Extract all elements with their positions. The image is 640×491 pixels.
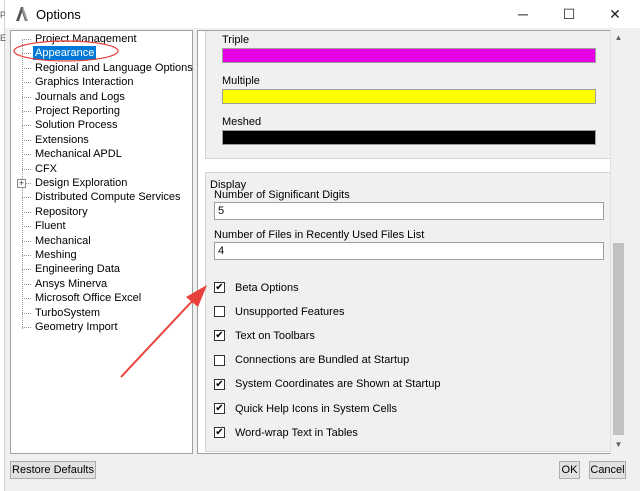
checkbox-row[interactable]: ✔ System Coordinates are Shown at Startup xyxy=(214,378,440,391)
window-title: Options xyxy=(36,7,81,22)
checkbox-checked-icon[interactable]: ✔ xyxy=(214,427,225,439)
tree-connector xyxy=(22,255,31,256)
checkbox-label: Unsupported Features xyxy=(235,305,345,318)
tree-connector xyxy=(22,312,31,314)
tree-connector xyxy=(22,240,31,242)
tree-item[interactable]: Graphics Interaction xyxy=(33,75,135,89)
tree-item[interactable]: CFX xyxy=(33,162,59,176)
tree-connector xyxy=(22,96,31,98)
scroll-up-arrow-icon[interactable]: ▲ xyxy=(611,30,626,46)
tree-item[interactable]: Distributed Compute Services xyxy=(33,190,183,204)
tree-item[interactable]: Repository xyxy=(33,205,90,219)
options-settings-panel: Triple Multiple Meshed Display Number of S… xyxy=(197,30,626,454)
tree-item[interactable]: Engineering Data xyxy=(33,262,122,276)
tree-connector xyxy=(22,298,31,300)
options-dialog: P E Options ─ ☐ ✕ Project Management Appe… xyxy=(0,0,640,491)
tree-connector xyxy=(22,82,31,84)
checkbox-row[interactable]: ✔ Quick Help Icons in System Cells xyxy=(214,402,397,415)
tree-item[interactable]: Appearance xyxy=(33,46,97,61)
color-swatch[interactable] xyxy=(222,130,596,145)
tree-item[interactable]: Mechanical APDL xyxy=(33,147,124,161)
recent-files-label: Number of Files in Recently Used Files L… xyxy=(214,229,425,241)
tree-connector xyxy=(22,39,31,40)
checkbox-label: Text on Toolbars xyxy=(235,329,315,342)
tree-connector xyxy=(22,211,31,213)
tree-item[interactable]: Project Management xyxy=(33,32,139,46)
checkbox-checked-icon[interactable]: ✔ xyxy=(214,330,225,342)
color-settings-group: Triple Multiple Meshed xyxy=(205,31,611,159)
checkbox-checked-icon[interactable]: ✔ xyxy=(214,282,225,293)
tree-item[interactable]: Regional and Language Options xyxy=(33,61,195,75)
tree-connector xyxy=(22,53,31,55)
settings-scrollbar[interactable]: ▲ ▼ xyxy=(610,30,626,454)
color-swatch[interactable] xyxy=(222,48,596,63)
checkbox-label: Beta Options xyxy=(235,281,299,294)
checkbox-row[interactable]: Unsupported Features xyxy=(214,305,344,318)
checkbox-unchecked-icon[interactable] xyxy=(214,306,225,318)
tree-connector xyxy=(22,67,31,69)
checkbox-row[interactable]: ✔ Beta Options xyxy=(214,281,299,294)
maximize-button[interactable]: ☐ xyxy=(546,0,592,28)
checkbox-row[interactable]: Connections are Bundled at Startup xyxy=(214,354,409,367)
expand-plus-icon[interactable]: + xyxy=(17,178,26,188)
checkbox-label: Quick Help Icons in System Cells xyxy=(235,402,397,415)
tree-item[interactable]: Fluent xyxy=(33,219,68,233)
color-label: Meshed xyxy=(222,116,262,128)
checkbox-label: Word-wrap Text in Tables xyxy=(235,426,358,439)
tree-item[interactable]: Journals and Logs xyxy=(33,90,127,104)
significant-digits-input[interactable]: 5 xyxy=(214,202,604,220)
checkbox-unchecked-icon[interactable] xyxy=(214,354,225,366)
ok-button[interactable]: OK xyxy=(559,461,580,479)
minimize-button[interactable]: ─ xyxy=(500,0,546,28)
display-settings-group: Display Number of Significant Digits 5 N… xyxy=(205,172,611,452)
ansys-app-icon xyxy=(14,6,30,22)
tree-connector xyxy=(22,139,31,141)
tree-item[interactable]: Design Exploration xyxy=(33,176,129,190)
restore-defaults-button[interactable]: Restore Defaults xyxy=(10,461,96,479)
checkbox-checked-icon[interactable]: ✔ xyxy=(214,403,225,414)
recent-files-input[interactable]: 4 xyxy=(214,242,604,260)
significant-digits-label: Number of Significant Digits xyxy=(214,189,350,201)
scroll-down-arrow-icon[interactable]: ▼ xyxy=(611,437,626,453)
tree-connector xyxy=(22,154,31,156)
tree-connector xyxy=(22,269,31,271)
edge-char: E xyxy=(0,33,7,43)
tree-item[interactable]: Solution Process xyxy=(33,118,120,132)
tree-connector xyxy=(22,226,31,228)
close-button[interactable]: ✕ xyxy=(592,0,638,28)
tree-connector xyxy=(22,283,31,285)
checkbox-label: Connections are Bundled at Startup xyxy=(235,354,410,367)
checkbox-row[interactable]: ✔ Word-wrap Text in Tables xyxy=(214,426,358,439)
color-label: Multiple xyxy=(222,75,260,87)
title-bar[interactable]: Options ─ ☐ ✕ xyxy=(5,0,640,28)
tree-connector xyxy=(22,327,31,328)
tree-item[interactable]: Extensions xyxy=(33,133,91,147)
cancel-button[interactable]: Cancel xyxy=(589,461,626,479)
tree-connector xyxy=(22,168,31,170)
tree-item[interactable]: Mechanical xyxy=(33,234,93,248)
tree-item[interactable]: Geometry Import xyxy=(33,320,120,334)
checkbox-checked-icon[interactable]: ✔ xyxy=(214,378,225,390)
tree-connector xyxy=(22,197,31,199)
checkbox-row[interactable]: ✔ Text on Toolbars xyxy=(214,329,315,342)
scrollbar-thumb[interactable] xyxy=(613,243,624,435)
maximize-icon: ☐ xyxy=(562,5,576,22)
tree-item[interactable]: Ansys Minerva xyxy=(33,277,109,291)
checkbox-label: System Coordinates are Shown at Startup xyxy=(235,378,441,391)
close-icon: ✕ xyxy=(609,5,621,22)
color-swatch[interactable] xyxy=(222,89,596,104)
color-label: Triple xyxy=(222,34,250,46)
options-category-tree[interactable]: Project Management Appearance Regional and… xyxy=(10,30,193,454)
tree-connector xyxy=(22,125,31,127)
tree-item[interactable]: Microsoft Office Excel xyxy=(33,291,143,305)
minimize-icon: ─ xyxy=(518,6,528,22)
tree-item[interactable]: TurboSystem xyxy=(33,306,102,320)
background-window-edge: P E xyxy=(0,0,7,491)
tree-connector xyxy=(22,111,31,112)
tree-item[interactable]: Project Reporting xyxy=(33,104,122,118)
tree-item[interactable]: Meshing xyxy=(33,248,79,262)
